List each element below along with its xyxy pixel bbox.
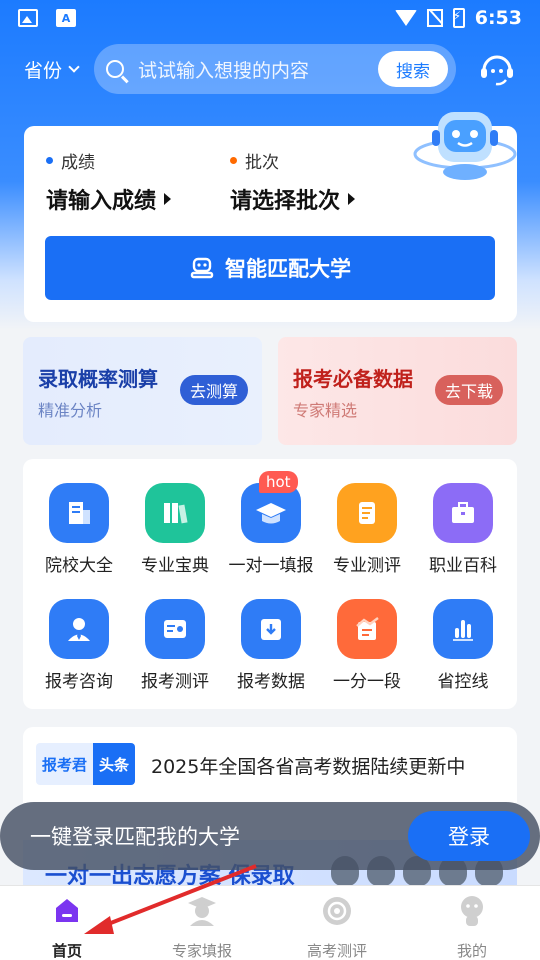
tab-assessment[interactable]: 高考测评 [282,894,392,960]
smart-match-button[interactable]: 智能匹配大学 [45,236,495,300]
status-bar: A 6:53 [0,0,540,36]
top-header: 省份 试试输入想搜的内容 搜索 [0,44,540,94]
score-input[interactable]: 请输入成绩 [46,183,156,215]
bar-chart-icon [433,599,493,659]
login-prompt-text: 一键登录匹配我的大学 [30,825,240,849]
grid-item-score-rank[interactable]: 一分一段 [319,599,415,692]
books-icon [145,483,205,543]
search-icon [106,60,124,78]
grid-label: 省控线 [437,672,489,692]
news-badge-source: 报考君 [36,743,94,785]
grid-item-exam-data[interactable]: 报考数据 [223,599,319,692]
news-badge: 报考君 头条 [36,743,136,785]
grid-label: 职业百科 [429,556,497,576]
building-icon [49,483,109,543]
download-folder-icon [241,599,301,659]
download-button[interactable]: 去下载 [435,375,503,405]
login-button[interactable]: 登录 [408,811,530,861]
score-match-card: 成绩 请输入成绩 批次 请选择批次 智能匹配大学 [24,112,517,322]
tab-home[interactable]: 首页 [12,894,122,960]
scroll-icon [337,483,397,543]
grid-label: 专业测评 [333,556,401,576]
login-prompt-bar: 一键登录匹配我的大学 登录 [0,802,540,870]
grid-label: 院校大全 [45,556,113,576]
promo-title: 录取概率测算 [38,367,158,391]
grid-item-college-list[interactable]: 院校大全 [31,483,127,576]
chevron-down-icon [68,61,80,73]
advisor-icon [49,599,109,659]
bottom-nav: 首页 专家填报 高考测评 我的 [0,885,540,960]
app-notification-icon: A [56,9,76,27]
headline-news[interactable]: 报考君 头条 2025年全国各省高考数据陆续更新中 [23,727,517,803]
nav-label: 专家填报 [171,942,232,960]
promo-subtitle: 精准分析 [38,401,103,420]
robot-mascot-icon [413,112,517,180]
gallery-notification-icon [18,9,38,27]
batch-dot [230,157,237,164]
nav-label: 我的 [456,942,487,960]
score-label: 成绩 [61,153,95,173]
status-time: 6:53 [474,7,522,29]
grid-item-exam-assessment[interactable]: 报考测评 [127,599,223,692]
province-label: 省份 [24,59,63,82]
grid-label: 一对一填报 [228,556,314,576]
nav-label: 高考测评 [306,942,367,960]
grid-item-one-on-one[interactable]: hot 一对一填报 [223,471,319,576]
caret-right-icon [348,193,356,205]
grid-item-major-assessment[interactable]: 专业测评 [319,483,415,576]
battery-charging-icon [452,8,465,28]
batch-select[interactable]: 请选择批次 [230,183,340,215]
chart-doc-icon [337,599,397,659]
profile-icon [461,896,483,926]
news-badge-headline: 头条 [93,743,136,785]
hot-badge: hot [259,471,298,493]
score-field[interactable]: 成绩 请输入成绩 [46,148,172,215]
robot-small-icon [190,257,214,279]
promo-title: 报考必备数据 [293,367,413,391]
tab-expert[interactable]: 专家填报 [147,894,257,960]
news-text: 2025年全国各省高考数据陆续更新中 [151,756,466,778]
briefcase-icon [433,483,493,543]
batch-label: 批次 [245,153,279,173]
nav-label: 首页 [51,942,82,960]
grid-label: 报考咨询 [45,672,113,692]
grid-item-major-guide[interactable]: 专业宝典 [127,483,223,576]
score-dot [46,157,53,164]
grid-label: 一分一段 [333,672,401,692]
grid-item-provincial-line[interactable]: 省控线 [415,599,511,692]
grid-item-consultation[interactable]: 报考咨询 [31,599,127,692]
feature-grid: 院校大全 专业宝典 hot 一对一填报 专业测评 职业百科 报考咨询 报考测评 … [23,459,517,709]
grid-item-career-wiki[interactable]: 职业百科 [415,483,511,576]
search-bar[interactable]: 试试输入想搜的内容 搜索 [94,44,456,94]
grid-label: 报考测评 [141,672,209,692]
expert-icon [188,897,216,926]
home-icon [56,899,78,922]
batch-field[interactable]: 批次 请选择批次 [230,148,356,215]
smart-match-label: 智能匹配大学 [225,257,351,281]
test-icon [145,599,205,659]
essential-data-card[interactable]: 报考必备数据 专家精选 去下载 [278,337,517,445]
no-signal-icon [426,9,443,27]
grid-label: 专业宝典 [141,556,209,576]
promo-subtitle: 专家精选 [293,401,358,420]
wifi-icon [394,10,417,26]
caret-right-icon [164,193,172,205]
province-selector[interactable]: 省份 [24,56,80,83]
customer-service-icon[interactable] [478,50,516,88]
admission-probability-card[interactable]: 录取概率测算 精准分析 去测算 [23,337,262,445]
assessment-icon [323,897,351,925]
calculate-button[interactable]: 去测算 [180,375,248,405]
search-button[interactable]: 搜索 [378,51,448,87]
search-input[interactable]: 试试输入想搜的内容 [138,56,309,83]
grid-label: 报考数据 [237,672,305,692]
tab-profile[interactable]: 我的 [417,894,527,960]
